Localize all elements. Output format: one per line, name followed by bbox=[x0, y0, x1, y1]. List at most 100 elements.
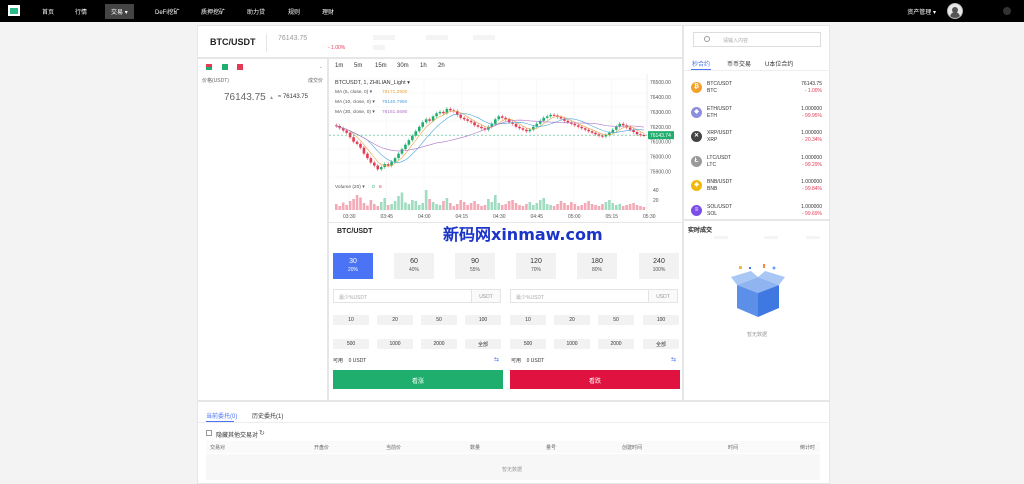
market-change: - 99.29% bbox=[801, 161, 822, 168]
period-option[interactable]: 240 100% bbox=[639, 253, 679, 279]
view-sell-icon[interactable] bbox=[237, 64, 244, 70]
volume-bar bbox=[504, 204, 507, 210]
sell-down-button[interactable]: 看跌 bbox=[510, 370, 680, 389]
quick-amount-button[interactable]: 20 bbox=[554, 315, 590, 325]
timeframe-15m[interactable]: 15m bbox=[375, 63, 387, 69]
tab-current-orders[interactable]: 当前委托(0) bbox=[206, 411, 237, 420]
chevron-down-icon[interactable]: ⌄ bbox=[319, 64, 323, 70]
orderbook-view-toggles bbox=[206, 64, 251, 72]
nav-finance[interactable]: 理财 bbox=[322, 7, 334, 16]
quick-amount-button[interactable]: 2000 bbox=[421, 339, 457, 349]
candle-body bbox=[566, 120, 570, 123]
candle-body bbox=[580, 126, 584, 129]
candle-body bbox=[421, 122, 425, 127]
market-row[interactable]: ₿ BTC/USDT BTC 76143.75- 1.00% bbox=[684, 77, 830, 101]
quick-amount-button[interactable]: 2000 bbox=[598, 339, 634, 349]
volume-bar bbox=[414, 201, 418, 210]
coin-icon: ◈ bbox=[691, 180, 702, 191]
market-name: ETH/USDT ETH bbox=[707, 106, 732, 120]
nav-trade[interactable]: 交易 ▾ bbox=[105, 4, 134, 19]
volume-bar bbox=[366, 205, 369, 210]
volume-bar bbox=[490, 202, 494, 210]
volume-bar bbox=[376, 206, 380, 210]
period-option[interactable]: 90 55% bbox=[455, 253, 495, 279]
nav-loan[interactable]: 助力贷 bbox=[247, 7, 265, 16]
tab-usdt-futures[interactable]: U本位合约 bbox=[765, 59, 793, 68]
coin-icon: ₿ bbox=[691, 82, 702, 93]
timeframe-1m[interactable]: 1m bbox=[335, 63, 343, 69]
amount-input-left[interactable]: 最少%USDT bbox=[333, 289, 472, 303]
avatar[interactable] bbox=[947, 3, 963, 19]
tab-spot[interactable]: 币币交易 bbox=[727, 59, 751, 68]
candle-body bbox=[386, 164, 390, 166]
market-row[interactable]: ✕ XRP/USDT XRP 1.000000- 20.34% bbox=[684, 126, 830, 150]
buy-up-button[interactable]: 看涨 bbox=[333, 370, 503, 389]
realtime-panel: 实时成交 暂无数据 bbox=[683, 220, 830, 401]
period-option[interactable]: 180 80% bbox=[577, 253, 617, 279]
volume-bar bbox=[642, 207, 646, 210]
notification-icon[interactable] bbox=[1003, 7, 1011, 15]
market-pair: LTC/USDT bbox=[707, 154, 732, 161]
view-both-icon[interactable] bbox=[206, 64, 212, 70]
candle-body bbox=[552, 114, 556, 116]
market-price: 1.000000- 20.34% bbox=[801, 130, 822, 144]
quick-amount-button[interactable]: 1000 bbox=[554, 339, 590, 349]
logo-icon[interactable] bbox=[8, 5, 20, 16]
quick-amount-button[interactable]: 100 bbox=[465, 315, 501, 325]
hide-other-pairs-checkbox[interactable] bbox=[206, 430, 212, 436]
quick-amount-button[interactable]: 500 bbox=[510, 339, 546, 349]
asset-menu-label: 资产管理 bbox=[907, 10, 932, 16]
nav-market[interactable]: 行情 bbox=[75, 7, 87, 16]
price-chart[interactable]: 76500.00 76400.00 76300.00 76200.00 76143.74… bbox=[329, 74, 682, 222]
transfer-icon[interactable]: ⇆ bbox=[671, 356, 676, 363]
view-buy-icon[interactable] bbox=[221, 64, 228, 70]
refresh-icon[interactable]: ↻ bbox=[259, 429, 265, 437]
timeframe-1h[interactable]: 1h bbox=[420, 63, 427, 69]
caret-down-icon: ▾ bbox=[932, 10, 936, 16]
col-current-price: 当前价 bbox=[386, 445, 402, 451]
candle-body bbox=[373, 162, 376, 166]
market-row[interactable]: ◈ BNB/USDT BNB 1.000000- 99.84% bbox=[684, 175, 830, 199]
x-tick-label: 04:00 bbox=[418, 214, 431, 220]
period-option[interactable]: 60 40% bbox=[394, 253, 434, 279]
quick-amount-button[interactable]: 全部 bbox=[465, 339, 501, 349]
timeframe-5m[interactable]: 5m bbox=[354, 63, 362, 69]
tab-history-orders[interactable]: 历史委托(1) bbox=[252, 411, 283, 420]
nav-home[interactable]: 首页 bbox=[42, 7, 54, 16]
quick-amount-button[interactable]: 100 bbox=[643, 315, 679, 325]
arrow-up-icon: ▲ bbox=[269, 95, 274, 101]
volume-bar bbox=[639, 206, 642, 210]
period-option[interactable]: 120 70% bbox=[516, 253, 556, 279]
quick-amount-button[interactable]: 50 bbox=[598, 315, 634, 325]
quick-amount-button[interactable]: 1000 bbox=[377, 339, 413, 349]
asset-menu[interactable]: 资产管理 ▾ bbox=[907, 7, 936, 16]
transfer-icon[interactable]: ⇆ bbox=[494, 356, 499, 363]
orders-panel: 当前委托(0) 历史委托(1) 隐藏其他交易对 ↻ 交易对 开盘价 当前价 数量… bbox=[197, 401, 830, 484]
quick-amount-button[interactable]: 50 bbox=[421, 315, 457, 325]
market-row[interactable]: Ł LTC/USDT LTC 1.000000- 99.29% bbox=[684, 151, 830, 175]
quick-amount-button[interactable]: 20 bbox=[377, 315, 413, 325]
quick-amount-button[interactable]: 10 bbox=[333, 315, 369, 325]
coin-icon: Ł bbox=[691, 155, 702, 167]
timeframe-2h[interactable]: 2h bbox=[438, 63, 445, 69]
quick-amount-button[interactable]: 10 bbox=[510, 315, 546, 325]
amount-input-right[interactable]: 最少%USDT bbox=[510, 289, 649, 303]
search-box[interactable]: 请输入内容 bbox=[693, 32, 821, 47]
quick-amount-button[interactable]: 全部 bbox=[643, 339, 679, 349]
timeframe-30m[interactable]: 30m bbox=[397, 63, 409, 69]
nav-staking[interactable]: 质押挖矿 bbox=[201, 7, 225, 16]
quick-amount-button[interactable]: 500 bbox=[333, 339, 369, 349]
candle-body bbox=[525, 129, 528, 132]
x-tick-label: 04:30 bbox=[493, 214, 506, 220]
search-input[interactable]: 请输入内容 bbox=[723, 37, 748, 44]
market-row[interactable]: ◆ ETH/USDT ETH 1.000000- 99.95% bbox=[684, 102, 830, 126]
volume-bar bbox=[621, 206, 625, 210]
volume-bar bbox=[431, 202, 435, 210]
tab-second-contract[interactable]: 秒合约 bbox=[692, 59, 710, 68]
period-option[interactable]: 30 20% bbox=[333, 253, 373, 279]
ghost-stat bbox=[806, 236, 820, 239]
nav-defi[interactable]: DeFi挖矿 bbox=[155, 7, 180, 16]
nav-rules[interactable]: 规则 bbox=[288, 7, 300, 16]
volume-bar bbox=[635, 205, 639, 210]
candle-body bbox=[514, 123, 518, 127]
